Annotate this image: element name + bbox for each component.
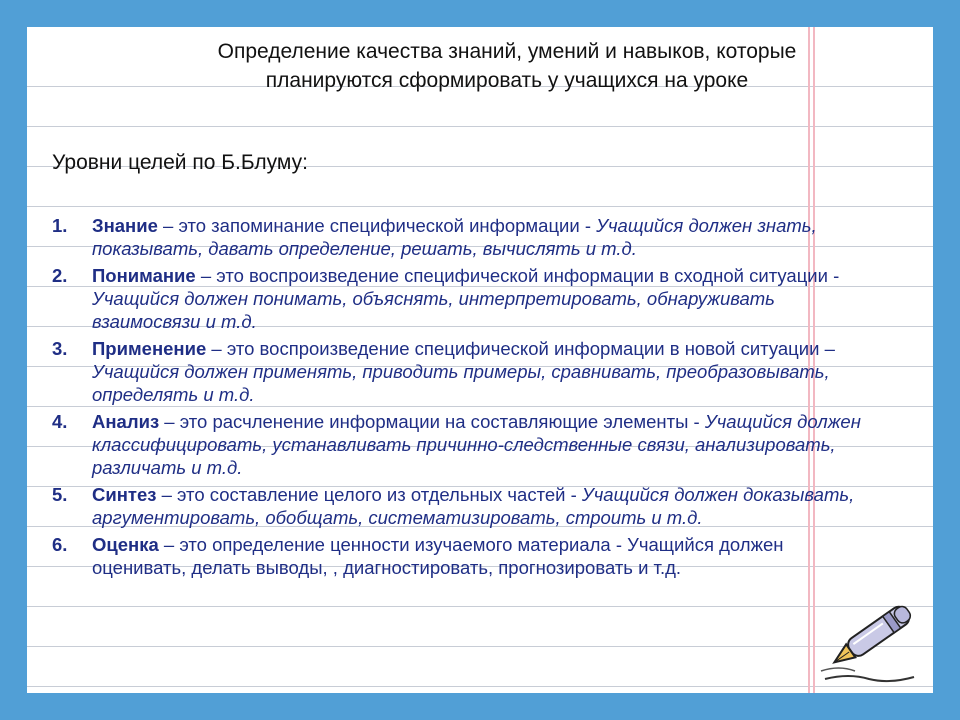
level-term: Синтез [92, 484, 157, 505]
bloom-levels-list: 1. Знание – это запоминание специфическо… [52, 214, 882, 583]
level-actions: Учащийся должен понимать, объяснять, инт… [92, 288, 775, 332]
item-number: 2. [52, 265, 68, 286]
item-number: 5. [52, 484, 68, 505]
list-item: 6. Оценка – это определение ценности изу… [52, 533, 882, 579]
slide-subtitle: Уровни целей по Б.Блуму: [52, 151, 308, 174]
level-definition: – это запоминание специфической информац… [157, 215, 597, 236]
item-number: 4. [52, 411, 68, 432]
level-definition: – это определение ценности изучаемого ма… [92, 534, 784, 578]
fountain-pen-icon [820, 605, 915, 683]
item-number: 1. [52, 215, 68, 236]
level-definition: – это составление целого из отдельных ча… [156, 484, 582, 505]
level-definition: – это воспроизведение специфической инфо… [195, 265, 840, 286]
list-item: 1. Знание – это запоминание специфическо… [52, 214, 882, 260]
level-term: Знание [92, 215, 158, 236]
level-term: Применение [92, 338, 207, 359]
list-item: 5. Синтез – это составление целого из от… [52, 483, 882, 529]
slide: Определение качества знаний, умений и на… [27, 27, 933, 693]
item-number: 3. [52, 338, 68, 359]
list-item: 4. Анализ – это расчленение информации н… [52, 410, 882, 479]
slide-title: Определение качества знаний, умений и на… [217, 40, 797, 92]
level-term: Анализ [92, 411, 160, 432]
level-term: Понимание [92, 265, 196, 286]
level-definition: – это расчленение информации на составля… [159, 411, 705, 432]
list-item: 2. Понимание – это воспроизведение специ… [52, 264, 882, 333]
list-item: 3. Применение – это воспроизведение спец… [52, 337, 882, 406]
level-definition: – это воспроизведение специфической инфо… [206, 338, 835, 359]
level-term: Оценка [92, 534, 159, 555]
item-number: 6. [52, 534, 68, 555]
level-actions: Учащийся должен применять, приводить при… [92, 361, 830, 405]
